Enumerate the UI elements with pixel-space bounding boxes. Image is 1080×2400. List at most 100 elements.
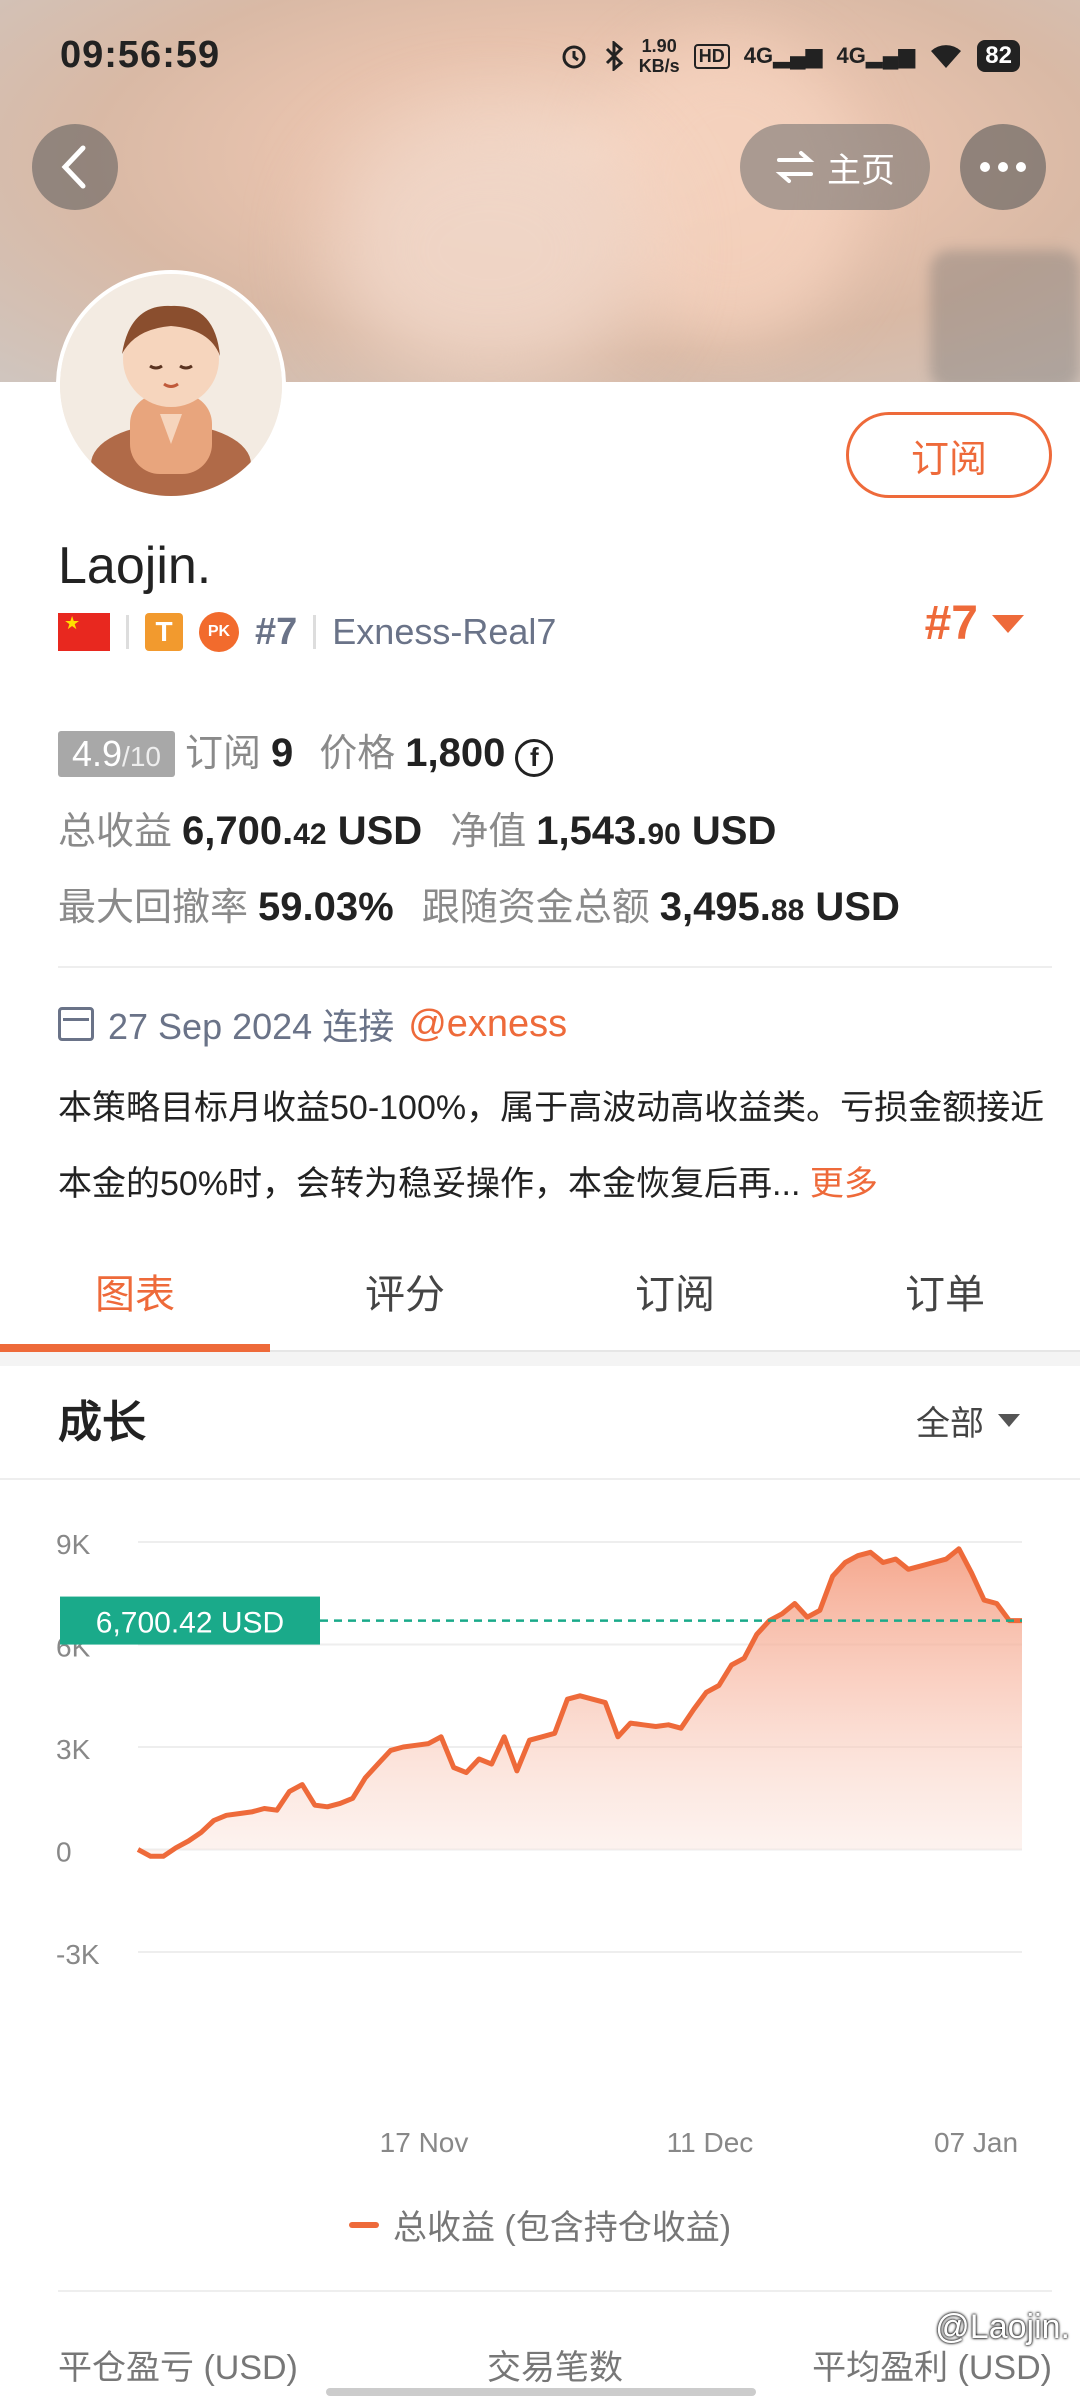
max-drawdown-value: 59.03%	[258, 885, 394, 929]
follow-funds-label: 跟随资金总额	[421, 887, 650, 929]
x-tick-label: 07 Jan	[934, 2127, 1018, 2158]
follow-funds-value: 3,495.88 USD	[660, 885, 900, 930]
rank-dropdown[interactable]: #7	[925, 596, 1024, 651]
home-button-label: 主页	[827, 151, 895, 190]
y-tick-label: -3K	[56, 1939, 100, 1970]
chevron-left-icon	[61, 145, 86, 189]
follow-funds-int: 3,495.	[659, 885, 771, 929]
total-profit-dec: 42	[293, 818, 327, 851]
tab-orders[interactable]: 订单	[810, 1250, 1080, 1350]
drawdown-row: 最大回撤率 59.03% 跟随资金总额 3,495.88 USD	[58, 876, 900, 931]
equity-dec: 90	[647, 818, 681, 851]
rating-score: 4.9	[72, 733, 123, 774]
subscriptions-label: 订阅	[184, 733, 261, 775]
network-speed: 1.90 KB/s	[639, 36, 680, 76]
rating-max: /10	[122, 741, 161, 772]
coin-icon: f	[515, 738, 554, 777]
growth-title: 成长	[58, 1398, 146, 1447]
wifi-icon	[931, 45, 962, 68]
description-text: 本策略目标月收益50-100%，属于高波动高收益类。亏损金额接近本金的50%时，…	[58, 1089, 1045, 1203]
network-speed-value: 1.90	[641, 36, 677, 56]
watermark: @Laojin.	[935, 2308, 1070, 2346]
subscribe-button[interactable]: 订阅	[846, 412, 1052, 498]
closed-pnl-label: 平仓盈亏 (USD)	[58, 2349, 298, 2387]
sim2-signal-icon: 4G▂▄▆	[836, 43, 916, 68]
x-tick-label: 17 Nov	[380, 2127, 469, 2158]
status-icons: 1.90 KB/s HD 4G▂▄▆ 4G▂▄▆ 82	[559, 36, 1020, 76]
t-badge: T	[145, 613, 183, 651]
equity-value: 1,543.90 USD	[536, 809, 776, 854]
divider	[313, 615, 317, 649]
profit-row: 总收益 6,700.42 USD 净值 1,543.90 USD	[58, 800, 776, 855]
bluetooth-icon	[605, 41, 623, 71]
banner-blur	[330, 120, 650, 380]
total-profit-unit: USD	[337, 809, 423, 853]
status-time: 09:56:59	[60, 34, 221, 76]
follow-funds-dec: 88	[770, 894, 805, 927]
broker-link[interactable]: @exness	[408, 1003, 567, 1046]
price-value: 1,800	[405, 731, 506, 775]
total-profit-label: 总收益	[58, 811, 173, 853]
dot-icon	[1016, 162, 1026, 172]
hd-icon: HD	[693, 43, 730, 69]
rank-label: #7	[255, 610, 298, 653]
subscriptions-value: 9	[271, 731, 294, 775]
rating-badge: 4.9/10	[58, 731, 175, 777]
tab-rating[interactable]: 评分	[270, 1250, 540, 1350]
range-dropdown[interactable]: 全部	[916, 1396, 1020, 1445]
avg-profit-label: 平均盈利 (USD)	[812, 2349, 1052, 2387]
dot-icon	[980, 162, 990, 172]
tab-bar: 图表 评分 订阅 订单	[0, 1250, 1080, 1352]
tab-chart[interactable]: 图表	[0, 1250, 270, 1352]
connect-date: 27 Sep 2024 连接	[108, 1006, 395, 1047]
battery-icon: 82	[977, 40, 1020, 72]
stats-header-row: 平仓盈亏 (USD) 交易笔数 平均盈利 (USD)	[58, 2340, 1052, 2389]
equity-unit: USD	[691, 809, 777, 853]
server-name: Exness-Real7	[332, 611, 557, 652]
divider	[58, 966, 1052, 968]
rank-dropdown-label: #7	[924, 597, 978, 650]
max-drawdown-label: 最大回撤率	[58, 887, 249, 929]
divider	[58, 2290, 1052, 2292]
more-options-button[interactable]	[960, 124, 1046, 210]
avatar-illustration	[60, 274, 282, 496]
sim1-label: 4G	[743, 43, 774, 68]
calendar-icon	[58, 1007, 94, 1041]
y-tick-label: 3K	[56, 1734, 91, 1765]
tab-subscribe[interactable]: 订阅	[540, 1250, 810, 1350]
follow-funds-unit: USD	[815, 885, 900, 929]
trader-name: Laojin.	[58, 537, 212, 595]
triangle-down-icon	[992, 614, 1024, 633]
triangle-down-icon	[998, 1414, 1020, 1427]
x-tick-label: 11 Dec	[667, 2127, 754, 2158]
rating-row: 4.9/10 订阅 9 价格 1,800 f	[58, 722, 554, 777]
equity-int: 1,543.	[536, 809, 648, 853]
sim1-signal-icon: 4G▂▄▆	[743, 43, 823, 68]
banner-blur	[930, 250, 1080, 390]
growth-chart[interactable]: 9K6K3K0-3K17 Nov 11 Dec 07 Jan 6,700.42 US…	[0, 1500, 1080, 2180]
y-tick-label: 0	[56, 1837, 72, 1868]
strategy-description: 本策略目标月收益50-100%，属于高波动高收益类。亏损金额接近本金的50%时，…	[58, 1070, 1052, 1222]
legend-label: 总收益 (包含持仓收益)	[392, 2209, 732, 2247]
sim2-label: 4G	[836, 43, 866, 68]
avatar[interactable]	[56, 270, 286, 500]
current-value-label: 6,700.42 USD	[96, 1607, 284, 1640]
divider	[0, 1478, 1080, 1480]
chart-legend: 总收益 (包含持仓收益)	[0, 2200, 1080, 2249]
total-profit-int: 6,700.	[182, 809, 294, 853]
y-tick-label: 9K	[56, 1529, 91, 1560]
legend-swatch	[348, 2221, 379, 2228]
trade-count-label: 交易笔数	[487, 2349, 623, 2387]
trader-tags: T PK #7 Exness-Real7	[58, 604, 556, 660]
section-gap	[0, 1352, 1080, 1366]
home-button[interactable]: 主页	[740, 124, 930, 210]
more-link[interactable]: 更多	[810, 1165, 878, 1203]
alarm-icon	[562, 45, 586, 69]
back-button[interactable]	[32, 124, 118, 210]
network-speed-unit: KB/s	[638, 56, 680, 76]
divider	[126, 615, 129, 649]
home-indicator[interactable]	[326, 2388, 756, 2396]
pk-fire-icon: PK	[199, 612, 239, 652]
equity-label: 净值	[450, 811, 527, 853]
switch-icon	[775, 151, 815, 183]
